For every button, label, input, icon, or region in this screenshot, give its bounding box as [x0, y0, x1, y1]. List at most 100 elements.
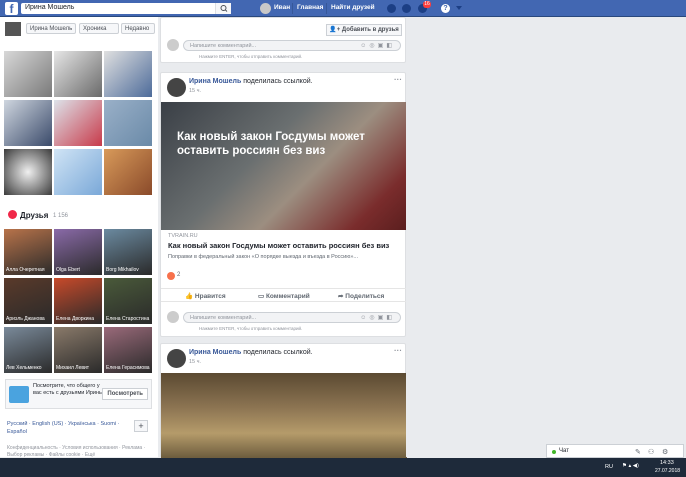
language-links[interactable]: Русский · English (US) · Українська · Su… [7, 420, 127, 436]
nav-find-friends[interactable]: Найти друзей [331, 4, 375, 11]
friend-tile[interactable]: Елена Герасимова [104, 327, 152, 373]
like-icon: 👍 [185, 293, 195, 300]
share-label: Поделиться [345, 293, 385, 300]
chat-bar[interactable]: Чат ✎ ⚇ ⚙ [546, 444, 684, 458]
profile-thumbnail[interactable] [5, 22, 21, 36]
help-icon[interactable]: ? [441, 4, 450, 13]
friend-tile[interactable]: Елена Дворкина [54, 278, 102, 324]
clock-time[interactable]: 14:33 [660, 460, 674, 466]
nav-home[interactable]: Главная [297, 4, 323, 11]
messages-icon[interactable] [402, 4, 411, 13]
search-input[interactable]: Ирина Мошель [21, 3, 231, 14]
friend-name: Olga Ebert [56, 267, 80, 273]
comment-avatar [167, 39, 179, 51]
friend-name: Елена Герасимова [106, 365, 150, 371]
like-button[interactable]: 👍 Нравится [185, 292, 226, 300]
comment-tools-icons[interactable]: ☺◎▣◧ [360, 42, 395, 49]
mutual-friends-suggestion: Посмотрите, что общего у вас есть с друз… [5, 379, 152, 409]
friends-title: Друзья [20, 211, 49, 220]
nav-divider [292, 3, 293, 14]
friend-requests-icon[interactable] [387, 4, 396, 13]
comment-button[interactable]: ▭ Комментарий [258, 292, 310, 300]
more-options-icon[interactable]: ··· [394, 346, 402, 355]
friend-tile[interactable]: Ариэль Джанова [4, 278, 52, 324]
friend-tile[interactable]: Лев Хельменко [4, 327, 52, 373]
friend-tile[interactable]: Елена Старостина [104, 278, 152, 324]
comment-placeholder: Напишите комментарий... [190, 315, 257, 321]
clock-date[interactable]: 27.07.2018 [655, 468, 680, 474]
os-taskbar: RU ⚑ ▴ ◀) 14:33 27.07.2018 [0, 458, 686, 477]
tab-chronicle[interactable]: Хроника [79, 23, 119, 34]
nav-divider [326, 3, 327, 14]
share-button[interactable]: ➦ Поделиться [338, 292, 384, 300]
author-name[interactable]: Ирина Мошель [189, 349, 241, 356]
video-preview[interactable] [161, 373, 407, 459]
post-action: поделилась ссылкой. [243, 349, 313, 356]
photo-thumbnail[interactable] [104, 149, 152, 195]
photo-thumbnail[interactable] [104, 51, 152, 97]
friend-name: Елена Старостина [106, 316, 150, 322]
friend-name: Borg Mikhailov [106, 267, 139, 273]
view-button[interactable]: Посмотреть [102, 388, 148, 400]
online-status-icon [552, 450, 556, 454]
friends-header[interactable]: Друзья [8, 210, 49, 220]
keyboard-language[interactable]: RU [605, 464, 613, 470]
search-icon [220, 5, 228, 12]
facebook-logo[interactable]: f [5, 2, 18, 16]
friend-tile[interactable]: Михаил Левит [54, 327, 102, 373]
link-site: TVRAIN.RU [168, 233, 198, 239]
friend-tile[interactable]: Алла Очеретная [4, 229, 52, 275]
profile-avatar[interactable] [260, 3, 271, 14]
photo-thumbnail[interactable] [4, 149, 52, 195]
tab-recent[interactable]: Недавно [121, 23, 155, 34]
add-friend-icon: 👤+ [329, 27, 342, 33]
friend-tile[interactable]: Olga Ebert [54, 229, 102, 275]
comment-label: Комментарий [265, 293, 310, 300]
add-language-button[interactable]: + [134, 420, 148, 432]
photo-thumbnail[interactable] [104, 100, 152, 146]
author-avatar[interactable] [167, 349, 186, 368]
group-chat-icon[interactable]: ⚇ [648, 448, 654, 456]
search-button[interactable] [215, 3, 231, 14]
reaction-icon[interactable] [167, 272, 175, 280]
gear-icon[interactable]: ⚙ [662, 448, 668, 456]
photo-thumbnail[interactable] [54, 100, 102, 146]
right-column [406, 17, 686, 457]
reaction-count[interactable]: 2 [177, 272, 180, 278]
nav-profile-name[interactable]: Иван [274, 4, 290, 11]
comment-tools-icons[interactable]: ☺◎▣◧ [360, 314, 395, 321]
post-header: Ирина Мошель поделилась ссылкой. [189, 349, 313, 356]
comment-placeholder: Напишите комментарий... [190, 43, 257, 49]
post-time[interactable]: 15 ч. [189, 359, 201, 365]
add-friend-button[interactable]: 👤+ Добавить в друзья [326, 24, 402, 36]
photo-thumbnail[interactable] [4, 51, 52, 97]
photo-thumbnail[interactable] [4, 100, 52, 146]
more-options-icon[interactable]: ··· [394, 75, 402, 84]
photo-thumbnail[interactable] [54, 51, 102, 97]
comment-hint: Нажмите ENTER, чтобы отправить комментар… [199, 326, 303, 331]
comment-input[interactable]: Напишите комментарий... ☺◎▣◧ [183, 312, 401, 323]
top-navigation-bar: f Ирина Мошель Иван Главная Найти друзей… [0, 0, 686, 17]
friend-name: Ариэль Джанова [6, 316, 45, 322]
notifications-badge: 16 [423, 1, 431, 8]
friends-icon [8, 210, 17, 219]
tab-profile-name[interactable]: Ирина Мошель [26, 23, 76, 34]
comment-icon: ▭ [258, 293, 266, 300]
author-name[interactable]: Ирина Мошель [189, 78, 241, 85]
link-title[interactable]: Как новый закон Госдумы может оставить р… [168, 241, 389, 250]
friend-name: Елена Дворкина [56, 316, 95, 322]
author-avatar[interactable] [167, 78, 186, 97]
comment-input[interactable]: Напишите комментарий... ☺◎▣◧ [183, 40, 401, 51]
photo-thumbnail[interactable] [54, 149, 102, 195]
compose-icon[interactable]: ✎ [635, 448, 641, 456]
post-time[interactable]: 15 ч. [189, 88, 201, 94]
link-description: Поправки в федеральный закон «О порядке … [168, 254, 359, 260]
tray-icons[interactable]: ⚑ ▴ ◀) [622, 463, 639, 469]
friend-name: Лев Хельменко [6, 365, 42, 371]
chevron-down-icon[interactable] [456, 6, 462, 11]
search-value: Ирина Мошель [25, 4, 75, 11]
link-preview-image[interactable]: Как новый закон Госдумы может оставить р… [161, 102, 407, 230]
chat-label: Чат [559, 448, 569, 454]
footer-links[interactable]: Конфиденциальность · Условия использован… [7, 445, 155, 459]
friend-tile[interactable]: Borg Mikhailov [104, 229, 152, 275]
